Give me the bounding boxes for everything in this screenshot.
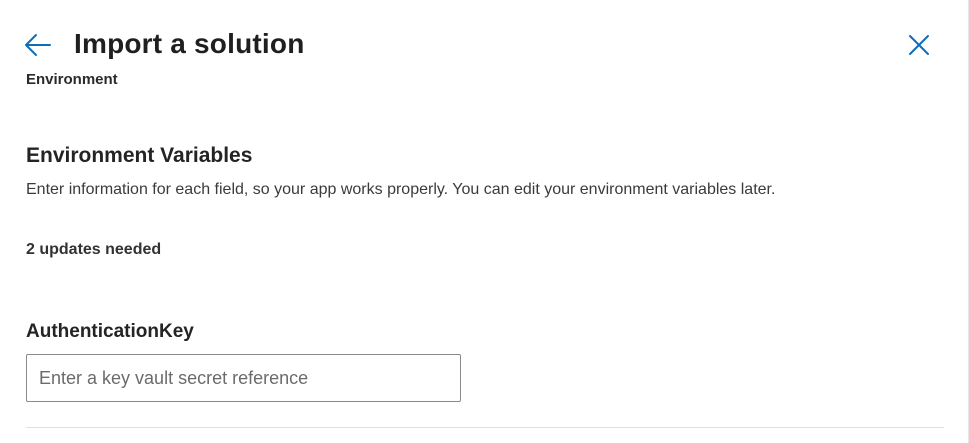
close-button[interactable] (903, 29, 935, 61)
back-button[interactable] (20, 28, 56, 62)
divider (26, 427, 944, 428)
section-title: Environment Variables (26, 144, 253, 167)
page-title: Import a solution (74, 28, 305, 59)
breadcrumb: Environment (26, 71, 118, 88)
updates-needed-count: 2 updates needed (26, 241, 162, 258)
import-solution-panel: Import a solution Environment Environmen… (0, 0, 969, 443)
authentication-key-label: AuthenticationKey (26, 321, 194, 342)
arrow-left-icon (25, 34, 51, 56)
section-description: Enter information for each field, so you… (26, 181, 776, 198)
panel-header: Import a solution (0, 0, 969, 90)
authentication-key-input[interactable] (26, 354, 461, 402)
close-icon (909, 35, 929, 55)
